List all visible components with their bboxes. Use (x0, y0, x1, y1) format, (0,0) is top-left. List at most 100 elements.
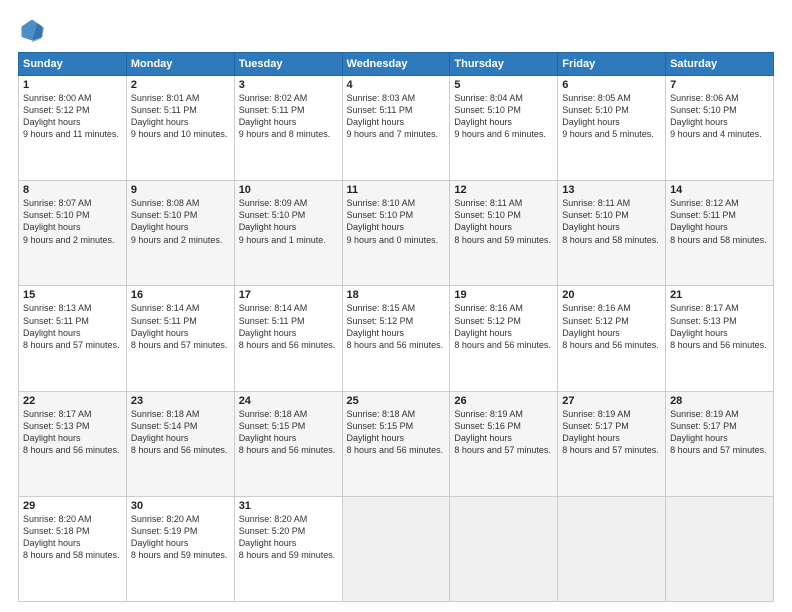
day-info: Sunrise: 8:00 AMSunset: 5:12 PMDaylight … (23, 92, 122, 141)
day-number: 26 (454, 395, 553, 407)
day-info: Sunrise: 8:02 AMSunset: 5:11 PMDaylight … (239, 92, 338, 141)
day-number: 11 (347, 184, 446, 196)
day-number: 15 (23, 289, 122, 301)
calendar-cell: 17Sunrise: 8:14 AMSunset: 5:11 PMDayligh… (234, 286, 342, 391)
day-info: Sunrise: 8:09 AMSunset: 5:10 PMDaylight … (239, 197, 338, 246)
calendar-cell (450, 496, 558, 601)
day-number: 20 (562, 289, 661, 301)
day-number: 16 (131, 289, 230, 301)
calendar-header-sunday: Sunday (19, 53, 127, 76)
day-info: Sunrise: 8:14 AMSunset: 5:11 PMDaylight … (239, 302, 338, 351)
day-number: 30 (131, 500, 230, 512)
calendar-cell: 2Sunrise: 8:01 AMSunset: 5:11 PMDaylight… (126, 76, 234, 181)
day-number: 27 (562, 395, 661, 407)
day-info: Sunrise: 8:04 AMSunset: 5:10 PMDaylight … (454, 92, 553, 141)
day-info: Sunrise: 8:18 AMSunset: 5:15 PMDaylight … (347, 408, 446, 457)
day-number: 6 (562, 79, 661, 91)
calendar-header-monday: Monday (126, 53, 234, 76)
calendar-cell (558, 496, 666, 601)
day-number: 10 (239, 184, 338, 196)
logo (18, 16, 50, 44)
calendar-cell: 27Sunrise: 8:19 AMSunset: 5:17 PMDayligh… (558, 391, 666, 496)
day-info: Sunrise: 8:05 AMSunset: 5:10 PMDaylight … (562, 92, 661, 141)
calendar-cell: 4Sunrise: 8:03 AMSunset: 5:11 PMDaylight… (342, 76, 450, 181)
day-info: Sunrise: 8:08 AMSunset: 5:10 PMDaylight … (131, 197, 230, 246)
logo-icon (18, 16, 46, 44)
calendar-cell: 15Sunrise: 8:13 AMSunset: 5:11 PMDayligh… (19, 286, 127, 391)
calendar-cell: 13Sunrise: 8:11 AMSunset: 5:10 PMDayligh… (558, 181, 666, 286)
day-info: Sunrise: 8:11 AMSunset: 5:10 PMDaylight … (562, 197, 661, 246)
calendar-cell (666, 496, 774, 601)
calendar-cell: 18Sunrise: 8:15 AMSunset: 5:12 PMDayligh… (342, 286, 450, 391)
day-info: Sunrise: 8:18 AMSunset: 5:14 PMDaylight … (131, 408, 230, 457)
day-number: 9 (131, 184, 230, 196)
day-info: Sunrise: 8:12 AMSunset: 5:11 PMDaylight … (670, 197, 769, 246)
day-info: Sunrise: 8:19 AMSunset: 5:17 PMDaylight … (562, 408, 661, 457)
calendar-cell: 26Sunrise: 8:19 AMSunset: 5:16 PMDayligh… (450, 391, 558, 496)
day-info: Sunrise: 8:19 AMSunset: 5:17 PMDaylight … (670, 408, 769, 457)
day-info: Sunrise: 8:20 AMSunset: 5:19 PMDaylight … (131, 513, 230, 562)
calendar-cell: 28Sunrise: 8:19 AMSunset: 5:17 PMDayligh… (666, 391, 774, 496)
day-info: Sunrise: 8:18 AMSunset: 5:15 PMDaylight … (239, 408, 338, 457)
calendar-header-row: SundayMondayTuesdayWednesdayThursdayFrid… (19, 53, 774, 76)
day-number: 14 (670, 184, 769, 196)
calendar-week-row: 15Sunrise: 8:13 AMSunset: 5:11 PMDayligh… (19, 286, 774, 391)
day-number: 2 (131, 79, 230, 91)
calendar-cell: 7Sunrise: 8:06 AMSunset: 5:10 PMDaylight… (666, 76, 774, 181)
day-info: Sunrise: 8:11 AMSunset: 5:10 PMDaylight … (454, 197, 553, 246)
calendar-header-thursday: Thursday (450, 53, 558, 76)
day-info: Sunrise: 8:17 AMSunset: 5:13 PMDaylight … (670, 302, 769, 351)
day-info: Sunrise: 8:07 AMSunset: 5:10 PMDaylight … (23, 197, 122, 246)
day-info: Sunrise: 8:10 AMSunset: 5:10 PMDaylight … (347, 197, 446, 246)
day-number: 22 (23, 395, 122, 407)
calendar-cell: 1Sunrise: 8:00 AMSunset: 5:12 PMDaylight… (19, 76, 127, 181)
day-number: 29 (23, 500, 122, 512)
calendar-cell: 23Sunrise: 8:18 AMSunset: 5:14 PMDayligh… (126, 391, 234, 496)
day-info: Sunrise: 8:20 AMSunset: 5:18 PMDaylight … (23, 513, 122, 562)
day-number: 31 (239, 500, 338, 512)
calendar-cell: 14Sunrise: 8:12 AMSunset: 5:11 PMDayligh… (666, 181, 774, 286)
day-info: Sunrise: 8:16 AMSunset: 5:12 PMDaylight … (562, 302, 661, 351)
calendar-cell: 8Sunrise: 8:07 AMSunset: 5:10 PMDaylight… (19, 181, 127, 286)
day-info: Sunrise: 8:20 AMSunset: 5:20 PMDaylight … (239, 513, 338, 562)
day-number: 8 (23, 184, 122, 196)
day-number: 12 (454, 184, 553, 196)
calendar-cell: 20Sunrise: 8:16 AMSunset: 5:12 PMDayligh… (558, 286, 666, 391)
calendar-week-row: 22Sunrise: 8:17 AMSunset: 5:13 PMDayligh… (19, 391, 774, 496)
day-info: Sunrise: 8:16 AMSunset: 5:12 PMDaylight … (454, 302, 553, 351)
day-info: Sunrise: 8:14 AMSunset: 5:11 PMDaylight … (131, 302, 230, 351)
calendar-header-friday: Friday (558, 53, 666, 76)
day-number: 7 (670, 79, 769, 91)
calendar-cell: 29Sunrise: 8:20 AMSunset: 5:18 PMDayligh… (19, 496, 127, 601)
day-number: 21 (670, 289, 769, 301)
calendar-cell: 12Sunrise: 8:11 AMSunset: 5:10 PMDayligh… (450, 181, 558, 286)
calendar-header-wednesday: Wednesday (342, 53, 450, 76)
day-info: Sunrise: 8:19 AMSunset: 5:16 PMDaylight … (454, 408, 553, 457)
day-info: Sunrise: 8:15 AMSunset: 5:12 PMDaylight … (347, 302, 446, 351)
calendar-week-row: 8Sunrise: 8:07 AMSunset: 5:10 PMDaylight… (19, 181, 774, 286)
day-number: 19 (454, 289, 553, 301)
day-info: Sunrise: 8:01 AMSunset: 5:11 PMDaylight … (131, 92, 230, 141)
header (18, 16, 774, 44)
day-number: 13 (562, 184, 661, 196)
calendar-header-saturday: Saturday (666, 53, 774, 76)
calendar-cell: 16Sunrise: 8:14 AMSunset: 5:11 PMDayligh… (126, 286, 234, 391)
page: SundayMondayTuesdayWednesdayThursdayFrid… (0, 0, 792, 612)
calendar-week-row: 29Sunrise: 8:20 AMSunset: 5:18 PMDayligh… (19, 496, 774, 601)
calendar-cell: 22Sunrise: 8:17 AMSunset: 5:13 PMDayligh… (19, 391, 127, 496)
calendar-week-row: 1Sunrise: 8:00 AMSunset: 5:12 PMDaylight… (19, 76, 774, 181)
day-number: 23 (131, 395, 230, 407)
calendar-cell: 3Sunrise: 8:02 AMSunset: 5:11 PMDaylight… (234, 76, 342, 181)
day-number: 28 (670, 395, 769, 407)
calendar-cell: 19Sunrise: 8:16 AMSunset: 5:12 PMDayligh… (450, 286, 558, 391)
day-number: 18 (347, 289, 446, 301)
calendar-cell: 24Sunrise: 8:18 AMSunset: 5:15 PMDayligh… (234, 391, 342, 496)
calendar-cell: 31Sunrise: 8:20 AMSunset: 5:20 PMDayligh… (234, 496, 342, 601)
day-number: 3 (239, 79, 338, 91)
day-info: Sunrise: 8:17 AMSunset: 5:13 PMDaylight … (23, 408, 122, 457)
calendar-cell: 25Sunrise: 8:18 AMSunset: 5:15 PMDayligh… (342, 391, 450, 496)
calendar-cell (342, 496, 450, 601)
calendar-cell: 11Sunrise: 8:10 AMSunset: 5:10 PMDayligh… (342, 181, 450, 286)
calendar-cell: 21Sunrise: 8:17 AMSunset: 5:13 PMDayligh… (666, 286, 774, 391)
calendar-cell: 9Sunrise: 8:08 AMSunset: 5:10 PMDaylight… (126, 181, 234, 286)
